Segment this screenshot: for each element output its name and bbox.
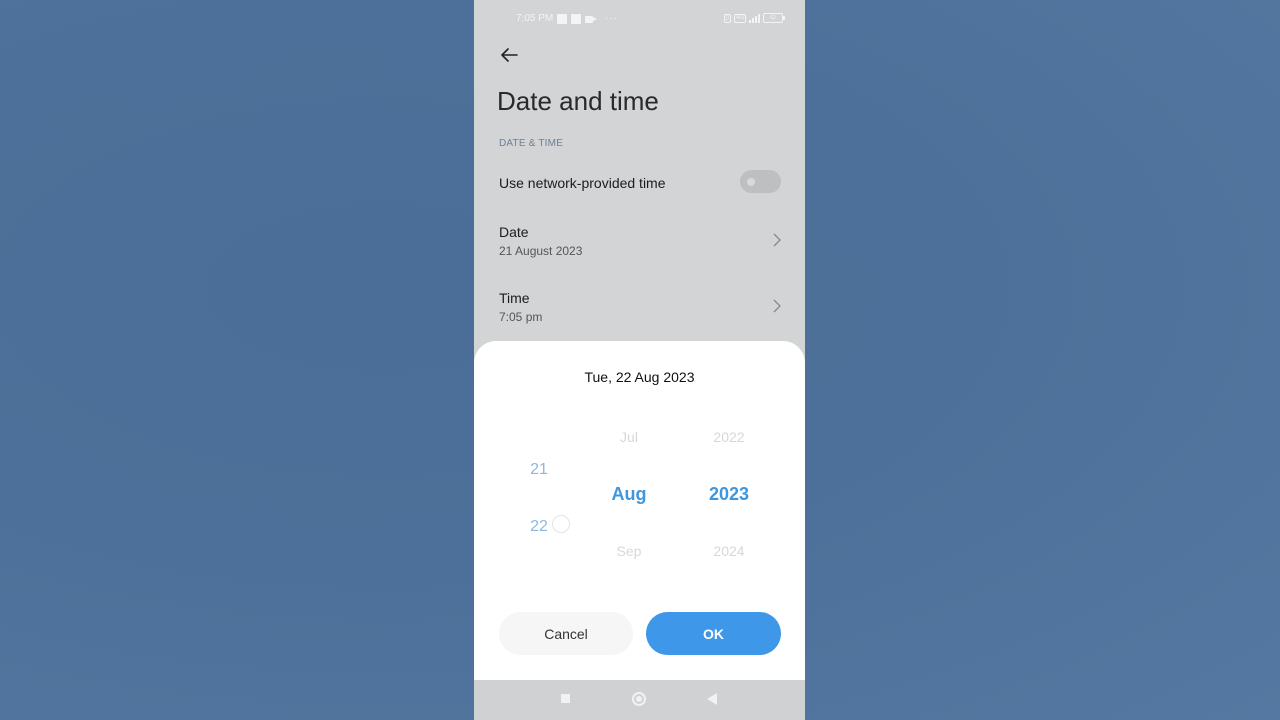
status-notification-icons: ··· <box>557 13 618 24</box>
recents-square-icon[interactable] <box>561 694 570 703</box>
dialog-title: Tue, 22 Aug 2023 <box>584 369 695 385</box>
date-picker-dialog: Tue, 22 Aug 2023 21 22 Jul Aug Sep 2022 … <box>474 341 805 681</box>
back-triangle-icon[interactable] <box>707 693 717 705</box>
status-bar: 7:05 PM ··· ▯ 4G 62 <box>474 0 805 38</box>
time-row[interactable]: Time 7:05 pm <box>474 282 805 332</box>
page-title: Date and time <box>497 86 659 116</box>
home-circle-icon[interactable] <box>632 692 646 706</box>
arrow-left-icon <box>501 48 518 62</box>
month-picker-item[interactable]: Jul <box>589 429 669 445</box>
battery-icon: 62 <box>763 13 785 23</box>
notification-icon <box>571 13 581 24</box>
chevron-right-icon <box>773 233 781 247</box>
time-value: 7:05 pm <box>499 310 543 324</box>
month-picker-item[interactable]: Sep <box>589 543 669 559</box>
toggle-knob <box>747 178 755 186</box>
day-picker-item[interactable]: 21 <box>499 461 579 479</box>
back-button[interactable] <box>498 44 520 66</box>
notification-icon <box>557 13 567 24</box>
network-time-toggle[interactable] <box>740 170 781 193</box>
status-time: 7:05 PM <box>516 13 554 24</box>
phone-screen: 7:05 PM ··· ▯ 4G 62 Date and time DATE &… <box>474 0 805 720</box>
vibrate-icon: ▯ <box>723 13 731 23</box>
cancel-button[interactable]: Cancel <box>499 612 633 655</box>
section-label: DATE & TIME <box>499 138 564 149</box>
date-label: Date <box>499 224 529 240</box>
touch-indicator <box>552 515 570 533</box>
year-picker-item[interactable]: 2024 <box>689 543 769 559</box>
year-picker-item[interactable]: 2022 <box>689 429 769 445</box>
status-system-icons: ▯ 4G 62 <box>723 13 785 23</box>
network-type-badge: 4G <box>733 13 746 23</box>
video-camera-icon <box>585 15 597 23</box>
network-time-label: Use network-provided time <box>499 175 666 191</box>
date-row[interactable]: Date 21 August 2023 <box>474 216 805 266</box>
ok-button[interactable]: OK <box>646 612 781 655</box>
more-notifications-icon: ··· <box>605 13 618 24</box>
month-picker-item-selected[interactable]: Aug <box>589 484 669 505</box>
date-value: 21 August 2023 <box>499 244 583 258</box>
battery-level: 62 <box>770 15 776 21</box>
signal-strength-icon <box>749 13 760 23</box>
year-picker-item-selected[interactable]: 2023 <box>689 484 769 505</box>
time-label: Time <box>499 290 530 306</box>
chevron-right-icon <box>773 299 781 313</box>
navigation-bar <box>474 680 805 720</box>
